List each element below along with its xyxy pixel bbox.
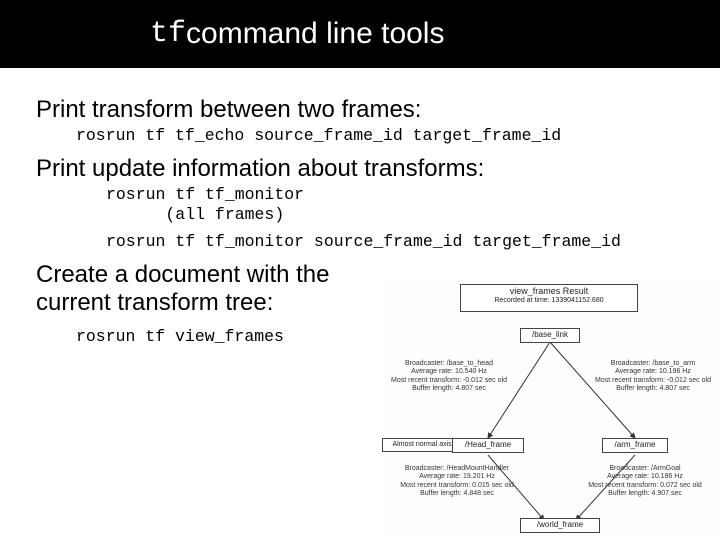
diagram-title-box: view_frames Result Recorded at time: 133…: [460, 284, 638, 312]
edge-label-left: Broadcaster: /base_to_head Average rate:…: [384, 360, 514, 394]
node-world-frame: /world_frame: [520, 518, 600, 533]
section-1-heading: Print transform between two frames:: [36, 96, 684, 124]
title-mono: tf: [150, 17, 186, 51]
title-rest: command line tools: [186, 17, 444, 51]
section-3-heading: Create a document with the current trans…: [36, 261, 336, 318]
transform-tree-diagram: view_frames Result Recorded at time: 133…: [380, 280, 718, 538]
diagram-arrows: [380, 280, 718, 538]
section-2-heading: Print update information about transform…: [36, 155, 684, 183]
node-base-link: /base_link: [520, 328, 580, 343]
node-arm-frame: /arm_frame: [602, 438, 668, 453]
diagram-title: view_frames Result: [464, 287, 634, 297]
diagram-subtitle: Recorded at time: 1339041152.680: [464, 297, 634, 305]
section-1-command: rosrun tf tf_echo source_frame_id target…: [76, 126, 684, 147]
edge-label-right: Broadcaster: /base_to_arm Average rate: …: [588, 360, 718, 394]
section-2-command-2: rosrun tf tf_monitor source_frame_id tar…: [106, 232, 684, 253]
title-bar: tf command line tools: [0, 0, 720, 68]
edge-label-arm: Broadcaster: /ArmGoal Average rate: 10.1…: [580, 465, 710, 499]
node-head-frame: /Head_frame: [452, 438, 524, 453]
edge-label-head: Broadcaster: /HeadMountHandler Average r…: [392, 465, 522, 499]
section-2-command-1: rosrun tf tf_monitor (all frames): [106, 185, 684, 226]
